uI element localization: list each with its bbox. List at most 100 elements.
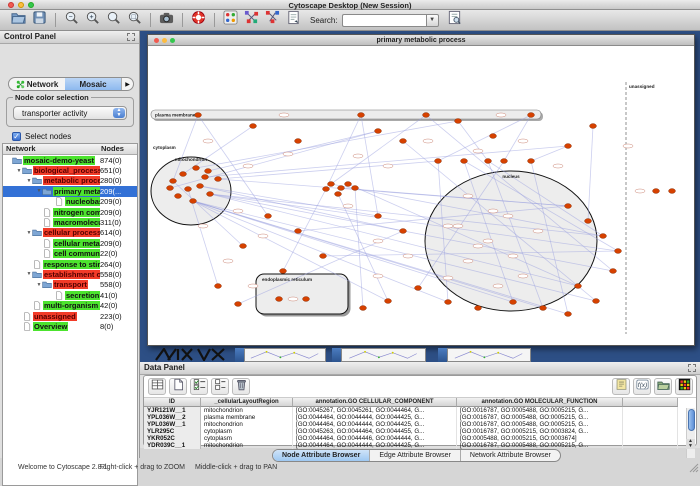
network-node[interactable] [435, 159, 442, 164]
network-node[interactable] [265, 214, 272, 219]
zoom-fit-button[interactable]: □ [125, 12, 144, 29]
network-node[interactable] [280, 269, 287, 274]
background-window-thumbnail[interactable] [235, 348, 326, 362]
tree-item-unassigned[interactable]: unassigned223(0) [3, 311, 137, 321]
network-node[interactable] [610, 269, 617, 274]
network-node[interactable] [590, 124, 597, 129]
network-node[interactable] [240, 244, 247, 249]
network-node[interactable] [320, 254, 327, 259]
network-node[interactable] [653, 189, 660, 194]
heatmap-button[interactable] [675, 378, 693, 395]
tree-item-nucleobase-[interactable]: nucleobase-209(0) [3, 197, 137, 207]
network-node[interactable] [565, 312, 572, 317]
network-node[interactable] [528, 113, 535, 118]
network-node[interactable] [235, 302, 242, 307]
tree-item-secretion[interactable]: secretion41(0) [3, 290, 137, 300]
import-attrs-button[interactable] [654, 378, 672, 395]
table-row[interactable]: YDR039C__1mitochondrion[GO:0044464, GO:0… [144, 442, 696, 449]
network-canvas[interactable]: plasma membranecytoplasmmitochondrionnuc… [148, 46, 694, 345]
network-node[interactable] [585, 219, 592, 224]
unselect-attrs-button[interactable] [211, 378, 229, 395]
zoom-out-button[interactable]: − [62, 12, 81, 29]
search-input[interactable] [342, 14, 426, 27]
camera-button[interactable] [157, 12, 176, 29]
network-node[interactable] [185, 187, 192, 192]
tree-item-cellular-metabo[interactable]: cellular metabo209(0) [3, 238, 137, 248]
network-node[interactable] [215, 177, 222, 182]
network-node[interactable] [375, 129, 382, 134]
float-panel-icon[interactable] [127, 33, 135, 41]
layout-attribute-button[interactable] [263, 12, 282, 29]
network-node[interactable] [415, 286, 422, 291]
network-node[interactable] [490, 134, 497, 139]
table-row[interactable]: YLR295Ccytoplasm[GO:0045263, GO:0044464,… [144, 428, 696, 435]
zoom-in-button[interactable]: + [83, 12, 102, 29]
search-dropdown-button[interactable]: ▼ [426, 14, 439, 27]
background-window-thumbnail[interactable] [438, 348, 531, 362]
network-node[interactable] [190, 199, 197, 204]
network-node[interactable] [197, 184, 204, 189]
column-header-annotation.GO CELLULAR_COMPONENT[interactable]: annotation.GO CELLULAR_COMPONENT [293, 398, 457, 407]
network-node[interactable] [335, 192, 342, 197]
tree-item-cell-communicat[interactable]: cell communicat22(0) [3, 249, 137, 259]
notes-button[interactable] [612, 378, 630, 395]
network-node[interactable] [501, 159, 508, 164]
network-node[interactable] [540, 306, 547, 311]
tree-item-cellular-process[interactable]: ▼cellular process614(0) [3, 228, 137, 238]
network-node[interactable] [207, 192, 214, 197]
network-node[interactable] [195, 113, 202, 118]
network-node[interactable] [345, 182, 352, 187]
tree-item-response-to-stimulu[interactable]: response to stimulu264(0) [3, 259, 137, 269]
tree-item-biological-process[interactable]: ▼biological_process651(0) [3, 165, 137, 175]
network-node[interactable] [455, 119, 462, 124]
column-header-_cellularLayoutRegion[interactable]: _cellularLayoutRegion [201, 398, 293, 407]
network-node[interactable] [295, 139, 302, 144]
vizmapper-button[interactable] [284, 12, 303, 29]
network-node[interactable] [400, 139, 407, 144]
tree-item-multi-organism-pro[interactable]: multi-organism pro42(0) [3, 300, 137, 310]
layout-grid-button[interactable] [221, 12, 240, 29]
scroll-arrows[interactable]: ▲▼ [686, 439, 695, 449]
tree-item-mosaic-demo-yeast[interactable]: mosaic-demo-yeast874(0) [3, 155, 137, 165]
tree-item-transport[interactable]: ▼transport558(0) [3, 280, 137, 290]
table-row[interactable]: YPL036W__2plasma membrane[GO:0044464, GO… [144, 414, 696, 421]
help-lifesaver-button[interactable] [189, 12, 208, 29]
network-node[interactable] [328, 182, 335, 187]
network-node[interactable] [250, 124, 257, 129]
tree-item-macromolecule[interactable]: macromolecule311(0) [3, 217, 137, 227]
tab-mosaic[interactable]: Mosaic [65, 78, 121, 90]
network-node[interactable] [423, 113, 430, 118]
resize-grip[interactable] [689, 463, 699, 473]
network-node[interactable] [593, 299, 600, 304]
network-node[interactable] [485, 159, 492, 164]
network-node[interactable] [375, 214, 382, 219]
network-node[interactable] [323, 187, 330, 192]
table-row[interactable]: YPL036W__1mitochondrion[GO:0044464, GO:0… [144, 421, 696, 428]
tree-item-nitrogen-compo[interactable]: nitrogen compo209(0) [3, 207, 137, 217]
tab-edge-attribute-browser[interactable]: Edge Attribute Browser [370, 450, 461, 461]
node-color-dropdown[interactable]: transporter activity ▲▼ [13, 106, 127, 120]
network-node[interactable] [193, 166, 200, 171]
network-node[interactable] [276, 297, 283, 302]
network-node[interactable] [510, 300, 517, 305]
tree-item-establishment-of-lo[interactable]: ▼establishment of lo558(0) [3, 269, 137, 279]
network-window-titlebar[interactable]: primary metabolic process [148, 35, 694, 46]
delete-attr-button[interactable] [232, 378, 250, 395]
function-builder-button[interactable]: f(x) [633, 378, 651, 395]
network-view-window[interactable]: primary metabolic process plasma membran… [147, 34, 695, 346]
network-node[interactable] [170, 179, 177, 184]
scrollbar-thumb[interactable] [688, 409, 695, 431]
float-panel-icon[interactable] [688, 364, 696, 372]
zoom-selected-button[interactable] [104, 12, 123, 29]
network-node[interactable] [202, 175, 209, 180]
network-node[interactable] [565, 144, 572, 149]
tab-network[interactable]: Network [9, 78, 65, 90]
network-node[interactable] [600, 234, 607, 239]
network-node[interactable] [475, 306, 482, 311]
tree-item-metabolic-process[interactable]: ▼metabolic process280(0) [3, 176, 137, 186]
attr-table-button[interactable] [148, 378, 166, 395]
tree-item-primary-metabo[interactable]: ▼primary metabo209(... [3, 186, 137, 196]
column-header-ID[interactable]: ID [144, 398, 201, 407]
network-node[interactable] [528, 159, 535, 164]
network-node[interactable] [167, 186, 174, 191]
